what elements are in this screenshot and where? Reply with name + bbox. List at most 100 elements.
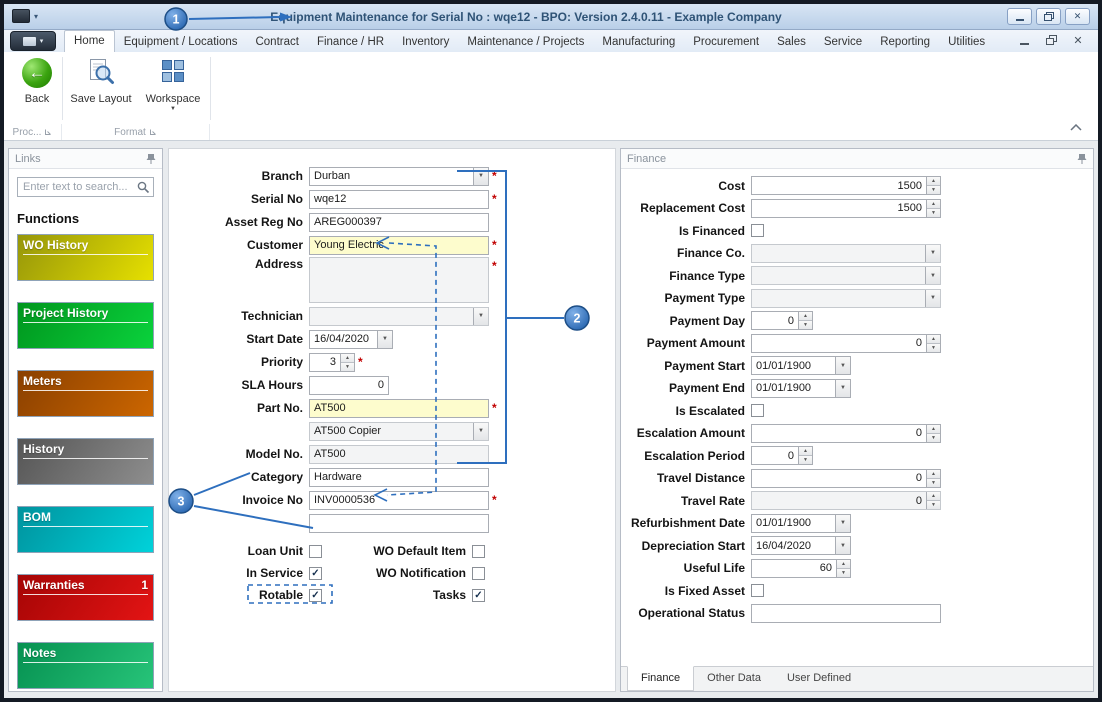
finance-co-select[interactable]: ▼ [751,243,941,263]
spin-down-icon[interactable]: ▼ [927,185,940,194]
chevron-down-icon[interactable]: ▼ [925,289,940,307]
chevron-down-icon[interactable]: ▼ [835,357,850,374]
spin-up-icon[interactable]: ▲ [927,492,940,500]
workspace-button[interactable]: Workspace ▼ [138,58,208,112]
spinner-buttons[interactable]: ▲ ▼ [926,424,940,442]
minimize-button[interactable] [1007,8,1032,25]
mdi-close-button[interactable]: ✕ [1072,34,1084,47]
spinner-buttons[interactable]: ▲ ▼ [340,353,354,371]
field-input[interactable] [309,513,489,533]
spin-down-icon[interactable]: ▼ [927,432,940,442]
ribbon-group-process[interactable]: Proc... [4,124,62,140]
spin-up-icon[interactable]: ▲ [927,424,940,433]
category-input[interactable]: Hardware [309,467,489,487]
chevron-down-icon[interactable]: ▼ [377,330,392,348]
spinner-buttons[interactable]: ▲ ▼ [798,312,812,329]
escalation-amount-spinner[interactable]: 0 ▲ ▼ [751,423,941,443]
tab-home[interactable]: Home [64,30,115,52]
spin-up-icon[interactable]: ▲ [927,334,940,343]
tab-reporting[interactable]: Reporting [871,32,939,52]
loan-unit-checkbox[interactable] [309,544,322,558]
function-project-history[interactable]: Project History [17,302,154,349]
chevron-down-icon[interactable]: ▼ [835,514,850,532]
spinner-buttons[interactable]: ▲ ▼ [836,559,850,577]
is-escalated-checkbox[interactable] [751,404,764,417]
replacement-cost-spinner[interactable]: 1500 ▲ ▼ [751,198,941,218]
titlebar-app-icon[interactable] [12,9,30,23]
model-no-input[interactable]: AT500 [309,444,489,464]
chevron-down-icon[interactable]: ▼ [925,267,940,284]
chevron-down-icon[interactable]: ▼ [473,422,488,440]
is-financed-checkbox[interactable] [751,224,764,237]
in-service-checkbox[interactable]: ✓ [309,566,322,580]
tab-utilities[interactable]: Utilities [939,32,994,52]
serial-no-input[interactable]: wqe12 [309,189,489,209]
back-button[interactable]: ← Back [12,58,62,105]
function-meters[interactable]: Meters [17,370,154,417]
ribbon-group-format[interactable]: Format [62,124,210,140]
wo-default-item-checkbox[interactable] [472,544,485,558]
mdi-minimize-button[interactable] [1018,34,1030,46]
depreciation-start-select[interactable]: 16/04/2020 ▼ [751,536,851,555]
application-menu-button[interactable]: ▾ [10,31,56,51]
spin-up-icon[interactable]: ▲ [927,199,940,208]
titlebar-dropdown-icon[interactable]: ▾ [34,12,38,21]
payment-end-select[interactable]: 01/01/1900 ▼ [751,378,851,398]
cost-spinner[interactable]: 1500 ▲ ▼ [751,176,941,195]
spin-up-icon[interactable]: ▲ [837,559,850,568]
collapse-ribbon-icon[interactable] [1070,118,1082,136]
chevron-down-icon[interactable]: ▼ [473,307,488,325]
priority-spinner[interactable]: 3 ▲ ▼ [309,352,355,372]
rotable-checkbox[interactable]: ✓ [309,588,322,602]
function-bom[interactable]: BOM [17,506,154,553]
spin-down-icon[interactable]: ▼ [927,500,940,509]
function-notes[interactable]: Notes [17,642,154,689]
customer-input[interactable]: Young Electric [309,235,489,255]
tab-user-defined[interactable]: User Defined [774,667,864,691]
spinner-buttons[interactable]: ▲ ▼ [926,492,940,509]
payment-start-select[interactable]: 01/01/1900 ▼ [751,356,851,375]
pin-icon[interactable] [1077,153,1087,165]
search-input[interactable] [17,177,154,197]
tab-inventory[interactable]: Inventory [393,32,458,52]
maximize-button[interactable] [1036,8,1061,25]
asset-reg-no-input[interactable]: AREG000397 [309,212,489,232]
spin-down-icon[interactable]: ▼ [927,207,940,217]
branch-select[interactable]: Durban ▼ [309,166,489,186]
spin-up-icon[interactable]: ▲ [799,447,812,455]
useful-life-spinner[interactable]: 60 ▲ ▼ [751,558,851,578]
spin-down-icon[interactable]: ▼ [799,320,812,329]
payment-day-spinner[interactable]: 0 ▲ ▼ [751,311,813,330]
function-warranties[interactable]: Warranties 1 [17,574,154,621]
close-button[interactable]: ✕ [1065,8,1090,25]
search-icon[interactable] [137,181,150,194]
spinner-buttons[interactable]: ▲ ▼ [926,469,940,487]
travel-distance-spinner[interactable]: 0 ▲ ▼ [751,468,941,488]
spin-down-icon[interactable]: ▼ [927,342,940,352]
sla-hours-input[interactable]: 0 [309,375,389,395]
is-fixed-asset-checkbox[interactable] [751,584,764,597]
wo-notification-checkbox[interactable] [472,566,485,580]
spin-down-icon[interactable]: ▼ [927,477,940,487]
function-wo-history[interactable]: WO History [17,234,154,281]
tasks-checkbox[interactable]: ✓ [472,588,485,602]
spin-down-icon[interactable]: ▼ [837,567,850,577]
spin-up-icon[interactable]: ▲ [927,177,940,185]
pin-icon[interactable] [146,153,156,165]
chevron-down-icon[interactable]: ▼ [835,537,850,554]
save-layout-button[interactable]: Save Layout [66,58,136,105]
tab-contract[interactable]: Contract [246,32,307,52]
payment-amount-spinner[interactable]: 0 ▲ ▼ [751,333,941,353]
operational-status-input[interactable] [751,603,941,623]
tab-maintenance-projects[interactable]: Maintenance / Projects [458,32,593,52]
spinner-buttons[interactable]: ▲ ▼ [926,177,940,194]
spinner-buttons[interactable]: ▲ ▼ [798,447,812,464]
tab-finance-hr[interactable]: Finance / HR [308,32,393,52]
spin-down-icon[interactable]: ▼ [341,361,354,371]
spinner-buttons[interactable]: ▲ ▼ [926,199,940,217]
invoice-no-input[interactable]: INV0000536 [309,490,489,510]
field-select[interactable]: AT500 Copier ▼ [309,421,489,441]
spinner-buttons[interactable]: ▲ ▼ [926,334,940,352]
part-no-input[interactable]: AT500 [309,398,489,418]
function-history[interactable]: History [17,438,154,485]
